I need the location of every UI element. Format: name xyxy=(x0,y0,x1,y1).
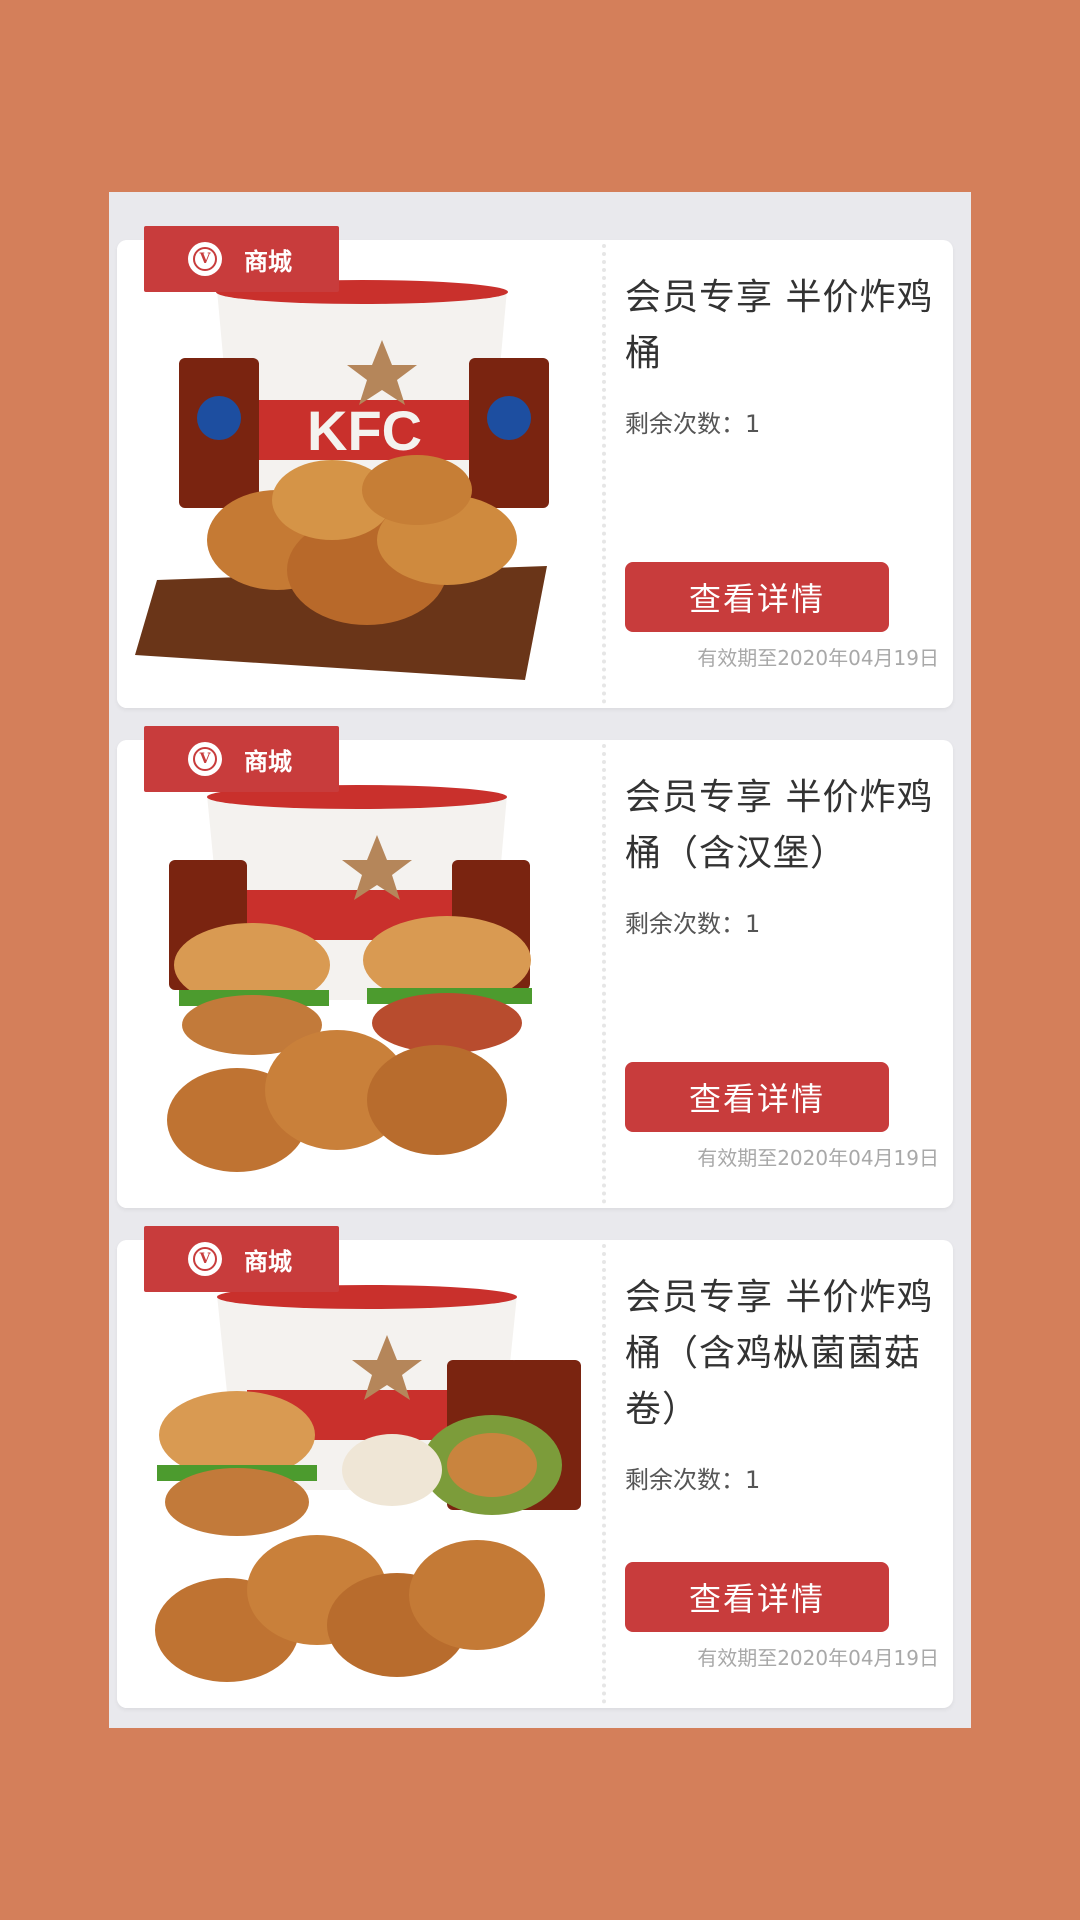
card-divider xyxy=(602,1244,606,1704)
expiry-date: 有效期至2020年04月19日 xyxy=(697,646,939,670)
coupon-image-chicken-bucket: KFC xyxy=(117,240,595,708)
coupon-card[interactable]: V 商城 会员专享 半价炸鸡桶（含鸡枞菌菌菇卷） 剩余次数：1 查看详情 有效期… xyxy=(117,1226,953,1708)
coupon-title: 会员专享 半价炸鸡桶 xyxy=(625,277,934,374)
coupon-card[interactable]: KFC V 商城 会员专享 半价炸鸡桶 剩余次数：1 查看详情 有效期至2020… xyxy=(117,226,953,708)
v-badge-icon: V xyxy=(188,742,222,776)
view-details-button[interactable]: 查看详情 xyxy=(625,1562,889,1632)
mall-tag-label: 商城 xyxy=(244,247,292,276)
coupon-card[interactable]: V 商城 会员专享 半价炸鸡桶（含汉堡） 剩余次数：1 查看详情 有效期至202… xyxy=(117,726,953,1208)
view-details-button[interactable]: 查看详情 xyxy=(625,1062,889,1132)
mall-tag-label: 商城 xyxy=(244,747,292,776)
coupon-title: 会员专享 半价炸鸡桶（含汉堡） xyxy=(625,777,934,874)
coupon-title: 会员专享 半价炸鸡桶（含鸡枞菌菌菇卷） xyxy=(625,1277,934,1430)
card-divider xyxy=(602,744,606,1204)
card-divider xyxy=(602,244,606,704)
remaining-count: 剩余次数：1 xyxy=(625,1466,761,1494)
coupon-info: 会员专享 半价炸鸡桶（含鸡枞菌菌菇卷） 剩余次数：1 查看详情 xyxy=(625,1240,953,1708)
expiry-date: 有效期至2020年04月19日 xyxy=(697,1646,939,1670)
coupon-list: KFC V 商城 会员专享 半价炸鸡桶 剩余次数：1 查看详情 有效期至2020… xyxy=(109,192,971,1728)
mall-tag: V 商城 xyxy=(144,1226,339,1292)
svg-text:KFC: KFC xyxy=(307,399,422,462)
expiry-date: 有效期至2020年04月19日 xyxy=(697,1146,939,1170)
view-details-button[interactable]: 查看详情 xyxy=(625,562,889,632)
coupon-info: 会员专享 半价炸鸡桶 剩余次数：1 查看详情 xyxy=(625,240,953,708)
remaining-count: 剩余次数：1 xyxy=(625,910,761,938)
mall-tag: V 商城 xyxy=(144,226,339,292)
mall-tag: V 商城 xyxy=(144,726,339,792)
remaining-count: 剩余次数：1 xyxy=(625,410,761,438)
mall-tag-label: 商城 xyxy=(244,1247,292,1276)
v-badge-icon: V xyxy=(188,1242,222,1276)
coupon-info: 会员专享 半价炸鸡桶（含汉堡） 剩余次数：1 查看详情 xyxy=(625,740,953,1208)
coupon-image-bucket-wrap xyxy=(117,1240,595,1708)
coupon-image-bucket-burgers xyxy=(117,740,595,1208)
v-badge-icon: V xyxy=(188,242,222,276)
